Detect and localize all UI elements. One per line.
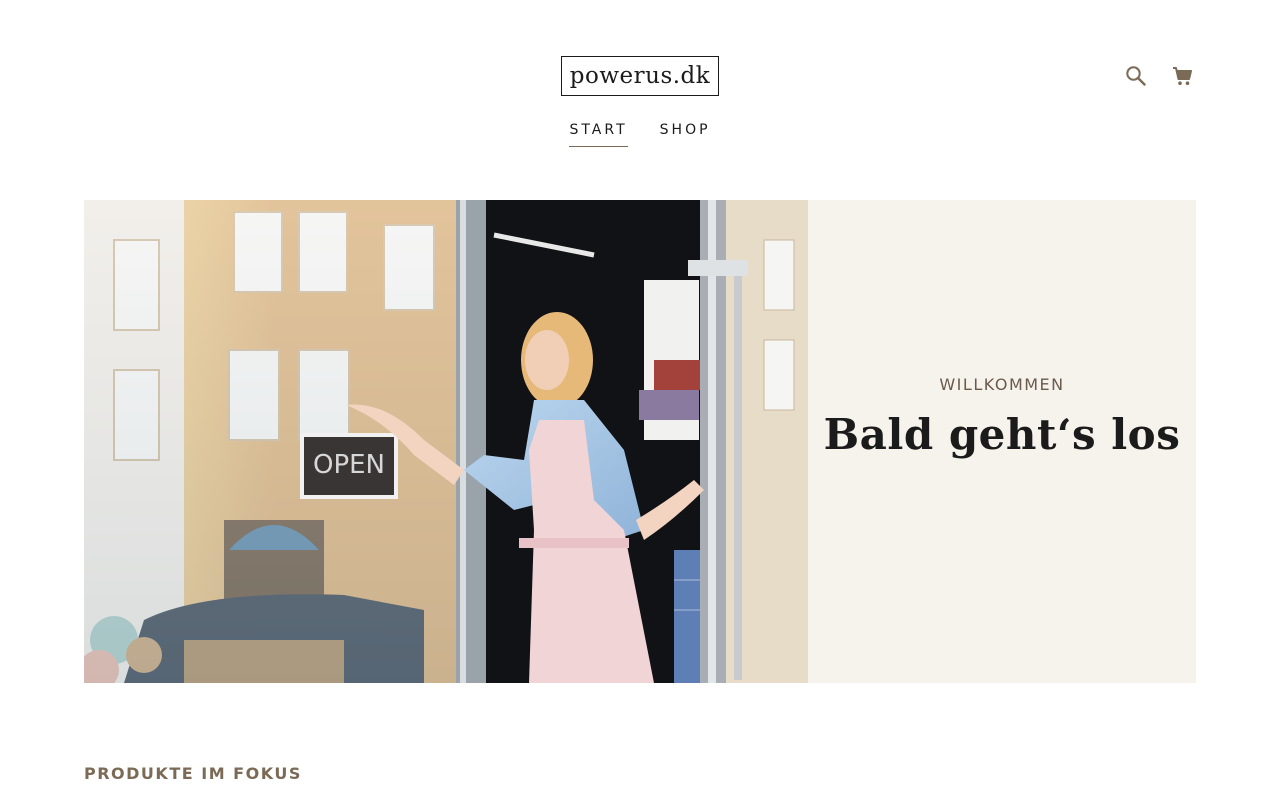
featured-products-title: PRODUKTE IM FOKUS	[84, 764, 302, 783]
main-nav: START SHOP	[0, 122, 1280, 147]
site-logo[interactable]: powerus.dk	[561, 56, 719, 96]
open-sign-text: OPEN	[313, 450, 385, 480]
header-actions	[1122, 62, 1196, 90]
hero-image: OPEN	[84, 200, 808, 683]
hero-title: Bald geht‘s los	[823, 409, 1181, 459]
nav-item-shop[interactable]: SHOP	[660, 122, 711, 147]
hero-section: OPEN WILLKOMMEN Bald geht‘s los	[84, 200, 1196, 683]
search-icon[interactable]	[1122, 62, 1150, 90]
hero-kicker: WILLKOMMEN	[939, 374, 1065, 394]
hero-text-panel: WILLKOMMEN Bald geht‘s los	[808, 200, 1196, 683]
cart-icon[interactable]	[1168, 62, 1196, 90]
nav-item-start[interactable]: START	[569, 122, 628, 147]
